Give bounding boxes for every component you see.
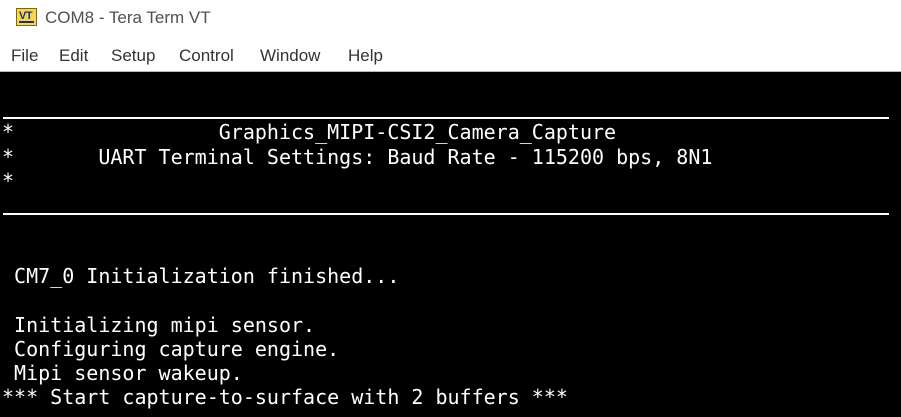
- terminal-line: * UART Terminal Settings: Baud Rate - 11…: [2, 145, 713, 169]
- title-bar[interactable]: VT COM8 - Tera Term VT: [0, 0, 901, 38]
- app-icon-underline: [19, 21, 34, 23]
- terminal-line: Initializing mipi sensor.: [2, 313, 316, 337]
- menu-control[interactable]: Control: [179, 46, 234, 66]
- banner-top-rule: [3, 117, 889, 119]
- terminal-line: Mipi sensor wakeup.: [2, 361, 243, 385]
- terminal-line: Configuring capture engine.: [2, 337, 340, 361]
- terminal-line: *** Start capture-to-surface with 2 buff…: [2, 385, 568, 409]
- banner-bottom-rule: [3, 213, 889, 215]
- window-title: COM8 - Tera Term VT: [45, 8, 211, 27]
- menu-help[interactable]: Help: [348, 46, 383, 66]
- terminal-line: *: [2, 169, 15, 193]
- terminal-screen[interactable]: * Graphics_MIPI-CSI2_Camera_Capture * UA…: [0, 72, 901, 417]
- menu-window[interactable]: Window: [260, 46, 320, 66]
- menu-setup[interactable]: Setup: [111, 46, 155, 66]
- menu-file[interactable]: File: [11, 46, 38, 66]
- tera-term-app-icon[interactable]: VT: [16, 8, 37, 26]
- terminal-line: * Graphics_MIPI-CSI2_Camera_Capture: [2, 120, 617, 144]
- tera-term-window: VT COM8 - Tera Term VT File Edit Setup C…: [0, 0, 901, 417]
- menu-edit[interactable]: Edit: [59, 46, 88, 66]
- menu-bar: File Edit Setup Control Window Help: [0, 38, 901, 72]
- terminal-line: CM7_0 Initialization finished...: [2, 264, 400, 288]
